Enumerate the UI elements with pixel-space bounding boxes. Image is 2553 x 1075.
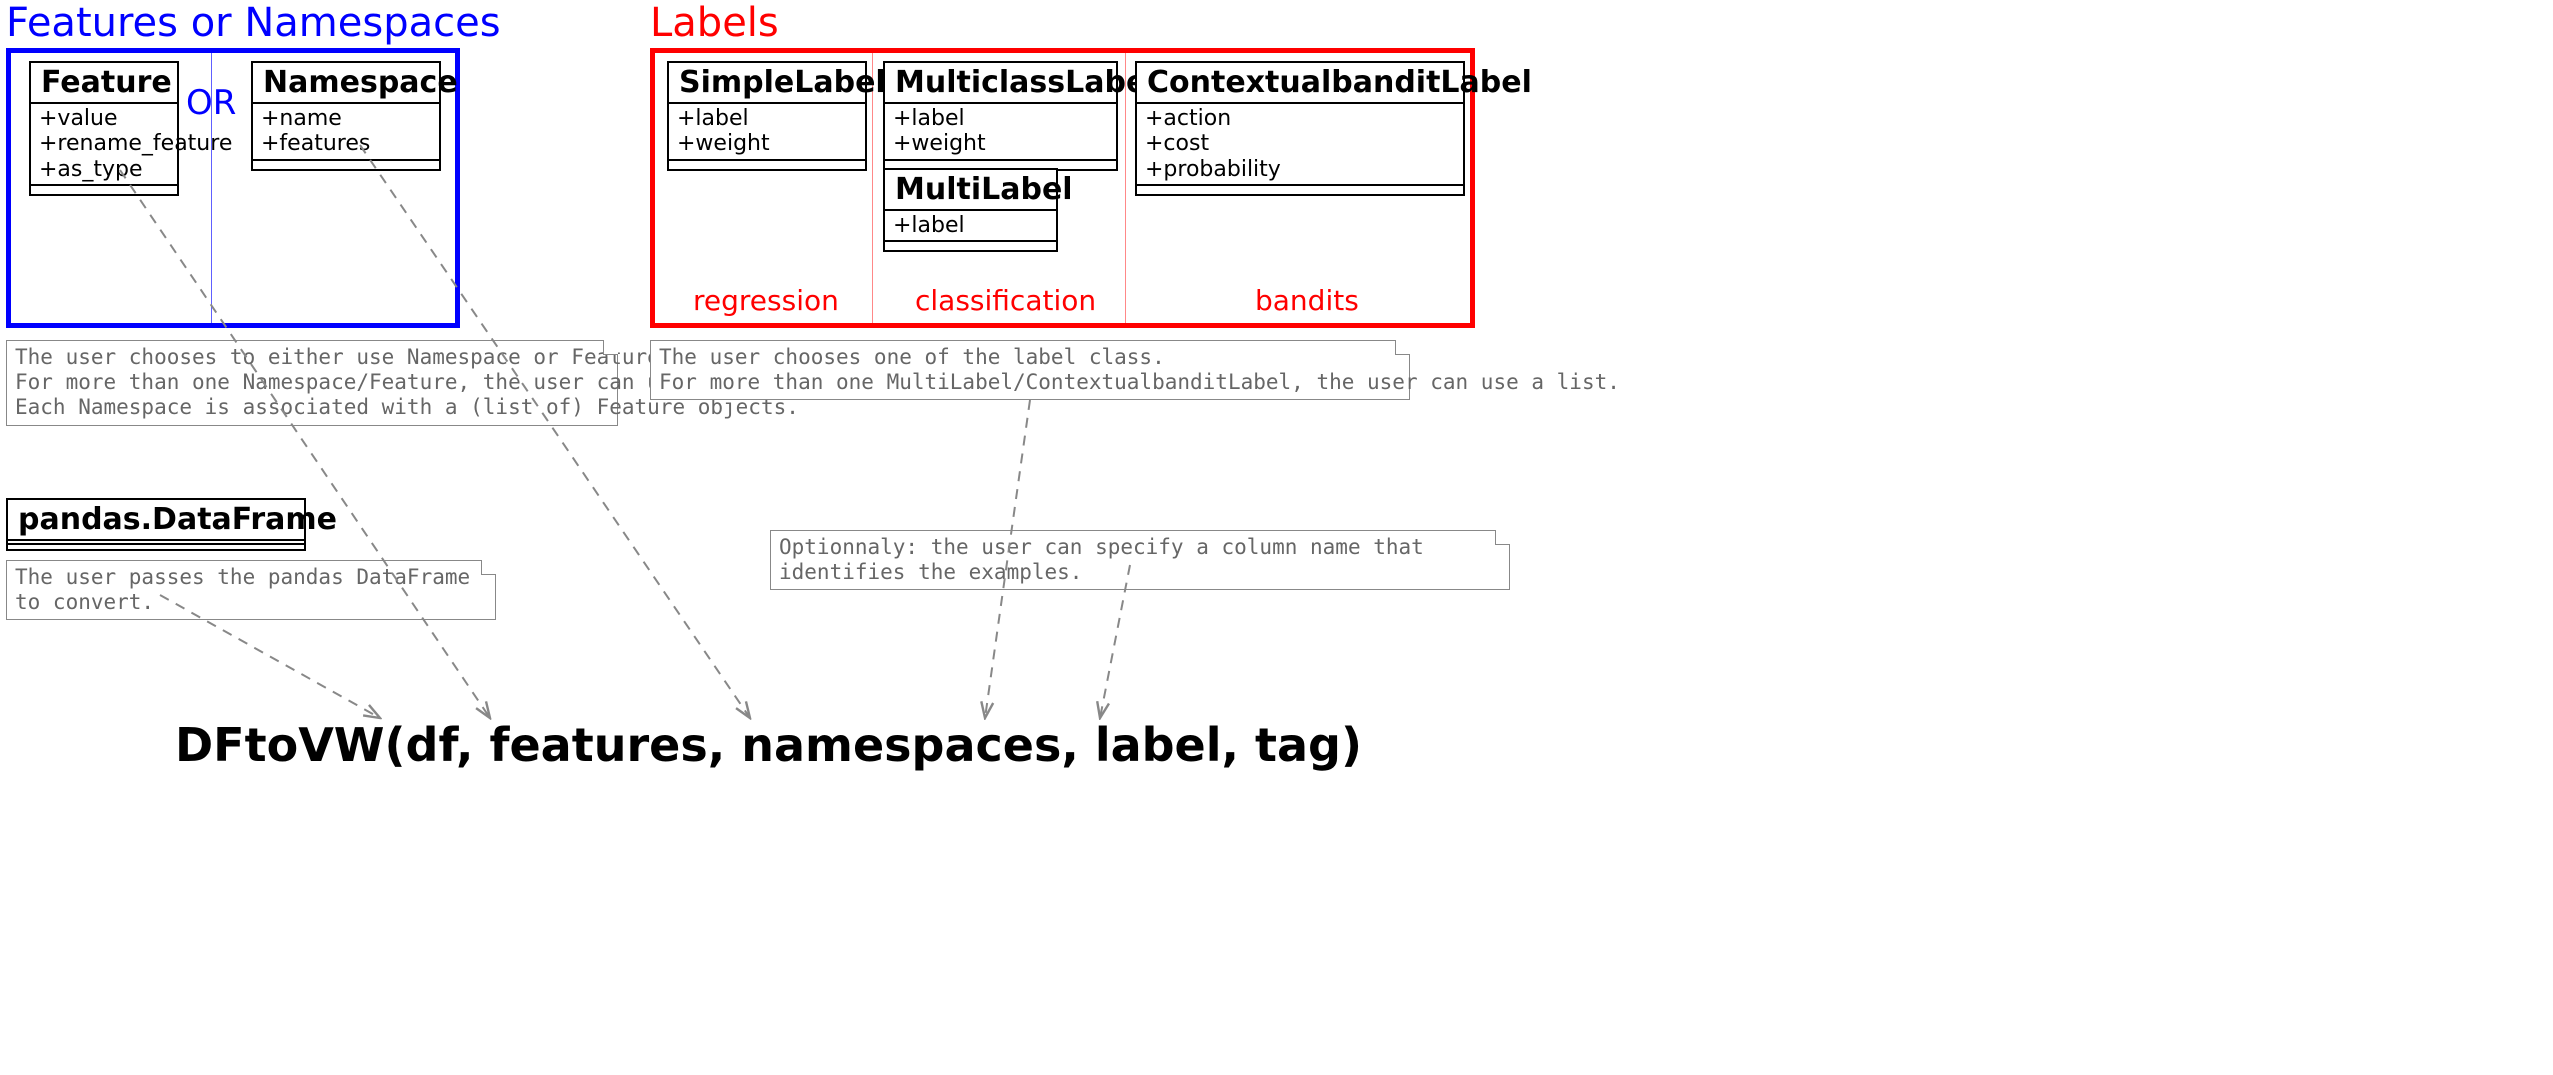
multiclasslabel-name: MulticlassLabel <box>885 63 1116 104</box>
namespace-attr-features: +features <box>261 131 431 156</box>
simplelabel-attr-label: +label <box>677 106 857 131</box>
labels-group-box: regression classification bandits Simple… <box>650 48 1475 328</box>
namespace-class-attrs: +name +features <box>253 104 439 161</box>
features-note: The user chooses to either use Namespace… <box>6 340 618 426</box>
namespace-class-methods <box>253 161 439 169</box>
multilabel-attr-label: +label <box>893 213 1048 238</box>
multiclasslabel-attrs: +label +weight <box>885 104 1116 161</box>
simplelabel-name: SimpleLabel <box>669 63 865 104</box>
uml-class-multiclasslabel: MulticlassLabel +label +weight <box>883 61 1118 171</box>
dataframe-empty <box>8 545 304 549</box>
labels-note: The user chooses one of the label class.… <box>650 340 1410 400</box>
cblabel-attr-cost: +cost <box>1145 131 1455 156</box>
multilabel-attrs: +label <box>885 211 1056 242</box>
features-group-box: Feature +value +rename_feature +as_type … <box>6 48 460 328</box>
uml-class-cblabel: ContextualbanditLabel +action +cost +pro… <box>1135 61 1465 196</box>
cblabel-methods <box>1137 186 1463 194</box>
feature-attr-value: +value <box>39 106 169 131</box>
multilabel-methods <box>885 242 1056 250</box>
uml-class-multilabel: MultiLabel +label <box>883 168 1058 252</box>
feature-attr-rename: +rename_feature <box>39 131 169 156</box>
subgroup-regression: regression <box>693 284 839 317</box>
namespace-class-name: Namespace <box>253 63 439 104</box>
tag-note: Optionnaly: the user can specify a colum… <box>770 530 1510 590</box>
multiclasslabel-attr-weight: +weight <box>893 131 1108 156</box>
feature-attr-astype: +as_type <box>39 157 169 182</box>
feature-class-name: Feature <box>31 63 177 104</box>
multilabel-name: MultiLabel <box>885 170 1056 211</box>
dftovw-signature: DFtoVW(df, features, namespaces, label, … <box>175 718 1362 772</box>
subgroup-bandits: bandits <box>1255 284 1359 317</box>
uml-class-feature: Feature +value +rename_feature +as_type <box>29 61 179 196</box>
feature-class-attrs: +value +rename_feature +as_type <box>31 104 177 186</box>
uml-class-dataframe: pandas.DataFrame <box>6 498 306 551</box>
cblabel-attr-action: +action <box>1145 106 1455 131</box>
cblabel-name: ContextualbanditLabel <box>1137 63 1463 104</box>
cblabel-attr-prob: +probability <box>1145 157 1455 182</box>
uml-class-simplelabel: SimpleLabel +label +weight <box>667 61 867 171</box>
feature-class-methods <box>31 186 177 194</box>
simplelabel-methods <box>669 161 865 169</box>
simplelabel-attrs: +label +weight <box>669 104 865 161</box>
simplelabel-attr-weight: +weight <box>677 131 857 156</box>
multiclasslabel-attr-label: +label <box>893 106 1108 131</box>
dataframe-note: The user passes the pandas DataFrame to … <box>6 560 496 620</box>
namespace-attr-name: +name <box>261 106 431 131</box>
uml-class-namespace: Namespace +name +features <box>251 61 441 171</box>
dataframe-name: pandas.DataFrame <box>8 500 304 541</box>
or-label: OR <box>186 83 236 123</box>
cblabel-attrs: +action +cost +probability <box>1137 104 1463 186</box>
features-group-title: Features or Namespaces <box>6 0 501 46</box>
labels-group-title: Labels <box>650 0 779 46</box>
subgroup-classification: classification <box>915 284 1096 317</box>
